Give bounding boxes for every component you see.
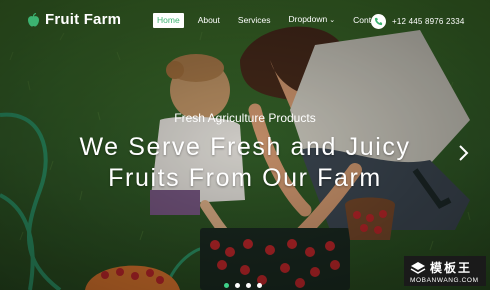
slide-dot-2[interactable]	[235, 283, 240, 288]
apple-icon	[28, 12, 39, 26]
watermark-url: MOBANWANG.COM	[410, 277, 479, 284]
watermark-logo-icon	[410, 261, 426, 274]
brand-logo[interactable]: Fruit Farm	[27, 11, 121, 28]
brand-name: Fruit Farm	[45, 11, 122, 28]
nav-item-about[interactable]: About	[194, 13, 224, 28]
main-nav: Home About Services Dropdown ⌄ Contact	[153, 12, 396, 28]
phone-number: +12 445 8976 2334	[392, 17, 465, 26]
watermark: 模板王 MOBANWANG.COM	[404, 256, 486, 286]
hero-headline: We Serve Fresh and Juicy Fruits From Our…	[0, 132, 490, 194]
slide-dot-3[interactable]	[246, 283, 251, 288]
slide-dot-4[interactable]	[257, 283, 262, 288]
navbar: Fruit Farm Home About Services Dropdown ⌄…	[0, 0, 490, 40]
hero-headline-line-1: We Serve Fresh and Juicy	[79, 133, 411, 161]
phone-contact[interactable]: +12 445 8976 2334	[371, 14, 465, 29]
nav-item-services[interactable]: Services	[234, 13, 275, 28]
slider-pagination	[224, 283, 262, 288]
chevron-right-icon[interactable]	[455, 143, 471, 163]
chevron-down-icon: ⌄	[329, 17, 336, 24]
phone-icon-badge	[371, 14, 386, 29]
phone-icon	[374, 17, 383, 26]
nav-item-dropdown-label: Dropdown	[288, 14, 328, 24]
slide-dot-1[interactable]	[224, 283, 229, 288]
nav-item-home[interactable]: Home	[153, 12, 184, 28]
nav-item-dropdown[interactable]: Dropdown ⌄	[285, 12, 340, 28]
watermark-title: 模板王	[430, 261, 473, 275]
hero-kicker: Fresh Agriculture Products	[174, 111, 316, 125]
hero-headline-line-2: Fruits From Our Farm	[108, 164, 382, 192]
